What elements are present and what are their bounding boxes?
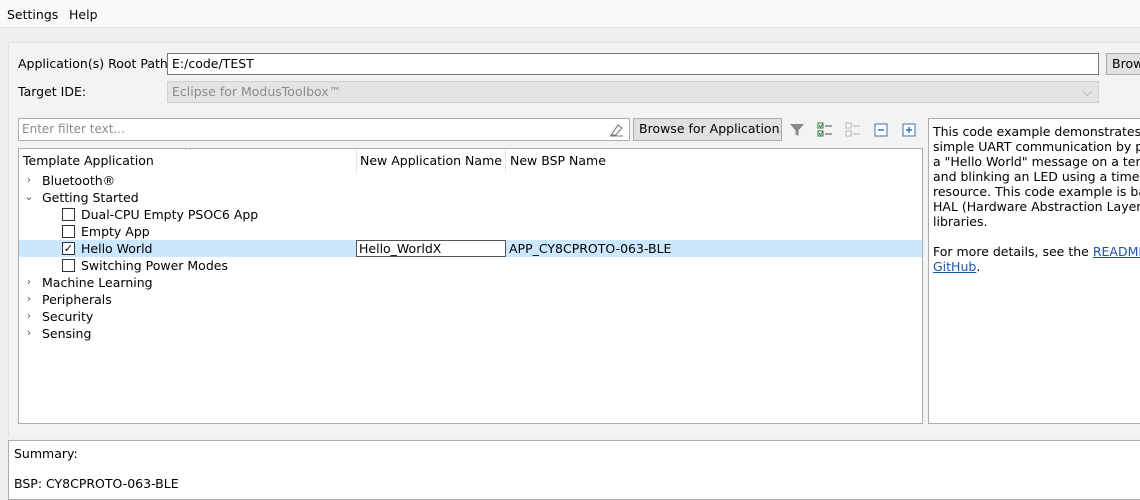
tree-label: Getting Started <box>42 190 139 205</box>
column-header-app-name[interactable]: New Application Name <box>360 153 502 168</box>
menu-settings[interactable]: Settings <box>7 7 58 22</box>
target-ide-label: Target IDE: <box>18 84 87 99</box>
column-header-bsp-name[interactable]: New BSP Name <box>510 153 606 168</box>
template-tree[interactable]: ^ Template Application New Application N… <box>18 148 923 424</box>
tree-row-empty-app[interactable]: Empty App <box>19 223 922 240</box>
chevron-right-icon[interactable]: › <box>24 173 34 186</box>
checkbox-switching-power[interactable] <box>62 259 75 272</box>
menu-help[interactable]: Help <box>69 7 98 22</box>
chevron-down-icon[interactable]: ⌄ <box>24 190 34 203</box>
checkbox-dual-cpu[interactable] <box>62 208 75 221</box>
readme-link[interactable]: README on <box>1093 244 1140 259</box>
target-ide-value: Eclipse for ModusToolbox™ <box>172 84 342 99</box>
tree-label: Bluetooth® <box>42 173 116 188</box>
tree-label: Dual-CPU Empty PSOC6 App <box>81 207 259 222</box>
deselect-all-icon[interactable] <box>844 121 862 139</box>
eraser-icon[interactable] <box>608 122 624 138</box>
chevron-down-icon: ⌵ <box>1082 84 1092 99</box>
chevron-right-icon[interactable]: › <box>24 275 34 288</box>
checkbox-empty-app[interactable] <box>62 225 75 238</box>
tree-row-bluetooth[interactable]: › Bluetooth® <box>19 172 922 189</box>
tree-label: Peripherals <box>42 292 112 307</box>
chevron-right-icon[interactable]: › <box>24 309 34 322</box>
column-separator <box>356 149 357 173</box>
column-header-template[interactable]: Template Application <box>23 153 154 168</box>
filter-input[interactable]: Enter filter text... <box>18 118 630 141</box>
tree-row-peripherals[interactable]: › Peripherals <box>19 291 922 308</box>
summary-panel: Summary: BSP: CY8CPROTO-063-BLE <box>8 440 1140 500</box>
checkbox-hello-world[interactable]: ✓ <box>62 242 75 255</box>
menu-bar: Settings Help <box>0 0 1140 28</box>
summary-title: Summary: <box>14 446 78 461</box>
chevron-right-icon[interactable]: › <box>24 292 34 305</box>
tree-label: Sensing <box>42 326 92 341</box>
tree-row-hello-world[interactable]: ✓ Hello World Hello_WorldX APP_CY8CPROTO… <box>19 240 922 257</box>
more-details-text: For more details, see the <box>933 244 1093 259</box>
select-all-icon[interactable] <box>816 121 834 139</box>
app-name-edit-field[interactable]: Hello_WorldX <box>356 240 506 257</box>
browse-root-button[interactable]: Browse... <box>1106 53 1140 75</box>
description-panel: This code example demonstrates a simple … <box>928 118 1140 424</box>
tree-row-dual-cpu[interactable]: Dual-CPU Empty PSOC6 App <box>19 206 922 223</box>
browse-application-button[interactable]: Browse for Application... <box>633 118 782 141</box>
sort-caret-icon: ^ <box>184 148 193 157</box>
filter-placeholder: Enter filter text... <box>22 122 125 136</box>
root-path-label: Application(s) Root Path: <box>18 56 173 71</box>
target-ide-select[interactable]: Eclipse for ModusToolbox™ ⌵ <box>167 81 1099 103</box>
expand-all-icon[interactable] <box>900 121 918 139</box>
description-line: HAL (Hardware Abstraction Layer) <box>933 199 1140 214</box>
description-line: resource. This code example is based on <box>933 184 1140 199</box>
filter-icon[interactable] <box>788 121 806 139</box>
tree-label: Security <box>42 309 94 324</box>
description-line: a "Hello World" message on a terminal <box>933 154 1140 169</box>
bsp-name-value: APP_CY8CPROTO-063-BLE <box>509 241 672 256</box>
description-period: . <box>976 259 981 274</box>
description-line: libraries. <box>933 214 988 229</box>
description-line: and blinking an LED using a timer <box>933 169 1140 184</box>
tree-label: Switching Power Modes <box>81 258 228 273</box>
tree-row-sensing[interactable]: › Sensing <box>19 325 922 342</box>
tree-label: Machine Learning <box>42 275 153 290</box>
tree-row-machine-learning[interactable]: › Machine Learning <box>19 274 922 291</box>
description-line: simple UART communication by printing <box>933 139 1140 154</box>
column-separator <box>505 149 506 173</box>
tree-label: Empty App <box>81 224 150 239</box>
description-line: This code example demonstrates a <box>933 124 1140 139</box>
github-link[interactable]: GitHub <box>933 259 976 274</box>
chevron-right-icon[interactable]: › <box>24 326 34 339</box>
collapse-all-icon[interactable] <box>872 121 890 139</box>
tree-row-getting-started[interactable]: ⌄ Getting Started <box>19 189 922 206</box>
tree-row-switching-power[interactable]: Switching Power Modes <box>19 257 922 274</box>
summary-bsp: BSP: CY8CPROTO-063-BLE <box>14 476 179 491</box>
tree-label: Hello World <box>81 241 153 256</box>
root-path-input[interactable]: E:/code/TEST <box>167 53 1099 75</box>
tree-row-security[interactable]: › Security <box>19 308 922 325</box>
app-name-value: Hello_WorldX <box>359 241 442 256</box>
